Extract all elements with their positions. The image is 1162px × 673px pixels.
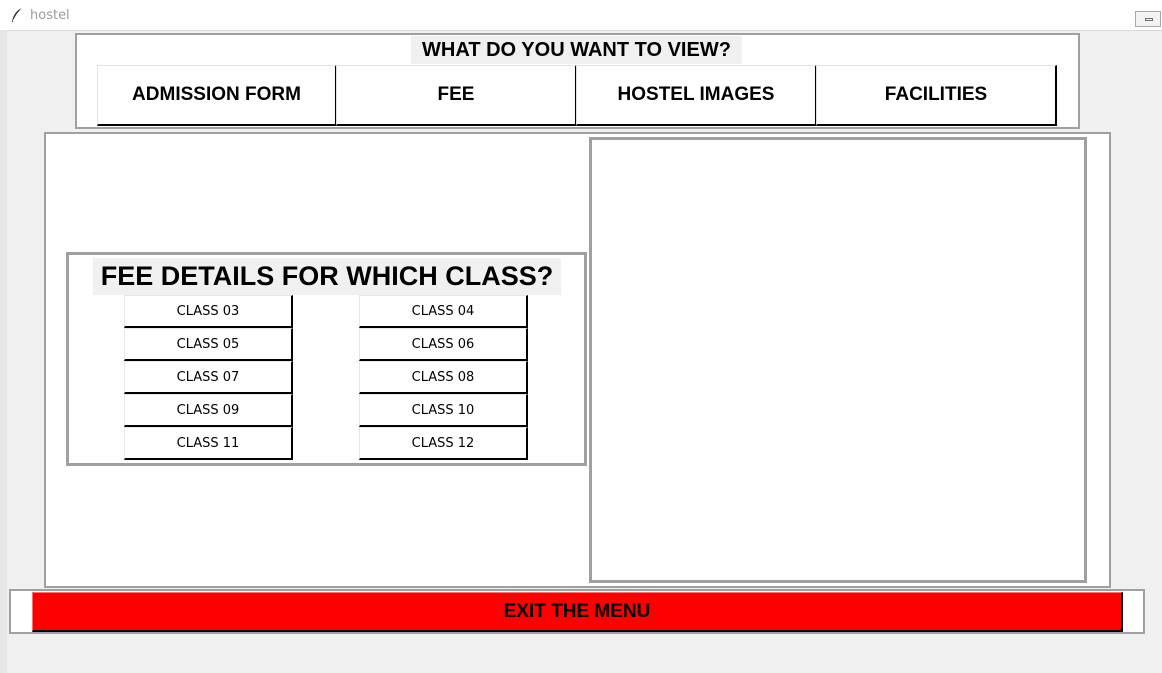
class-10-button[interactable]: CLASS 10	[359, 394, 528, 427]
class-05-button[interactable]: CLASS 05	[124, 328, 293, 361]
hostel-images-button[interactable]: HOSTEL IMAGES	[576, 65, 817, 126]
feather-icon	[12, 7, 23, 22]
admission-form-button[interactable]: ADMISSION FORM	[97, 65, 337, 126]
exit-menu-button[interactable]: EXIT THE MENU	[32, 592, 1123, 632]
class-08-button[interactable]: CLASS 08	[359, 361, 528, 394]
window-edge	[0, 30, 7, 673]
minimize-button[interactable]	[1135, 11, 1161, 27]
class-12-button[interactable]: CLASS 12	[359, 427, 528, 460]
title-bar: hostel	[0, 0, 1162, 31]
fee-button[interactable]: FEE	[336, 65, 577, 126]
facilities-button[interactable]: FACILITIES	[816, 65, 1057, 126]
minimize-icon	[1145, 18, 1153, 21]
class-09-button[interactable]: CLASS 09	[124, 394, 293, 427]
display-area	[589, 137, 1087, 583]
window-title: hostel	[30, 8, 70, 23]
class-04-button[interactable]: CLASS 04	[359, 295, 528, 328]
view-selection-heading: WHAT DO YOU WANT TO VIEW?	[411, 36, 742, 64]
class-07-button[interactable]: CLASS 07	[124, 361, 293, 394]
class-11-button[interactable]: CLASS 11	[124, 427, 293, 460]
fee-details-heading: FEE DETAILS FOR WHICH CLASS?	[93, 258, 561, 295]
class-03-button[interactable]: CLASS 03	[124, 295, 293, 328]
class-06-button[interactable]: CLASS 06	[359, 328, 528, 361]
